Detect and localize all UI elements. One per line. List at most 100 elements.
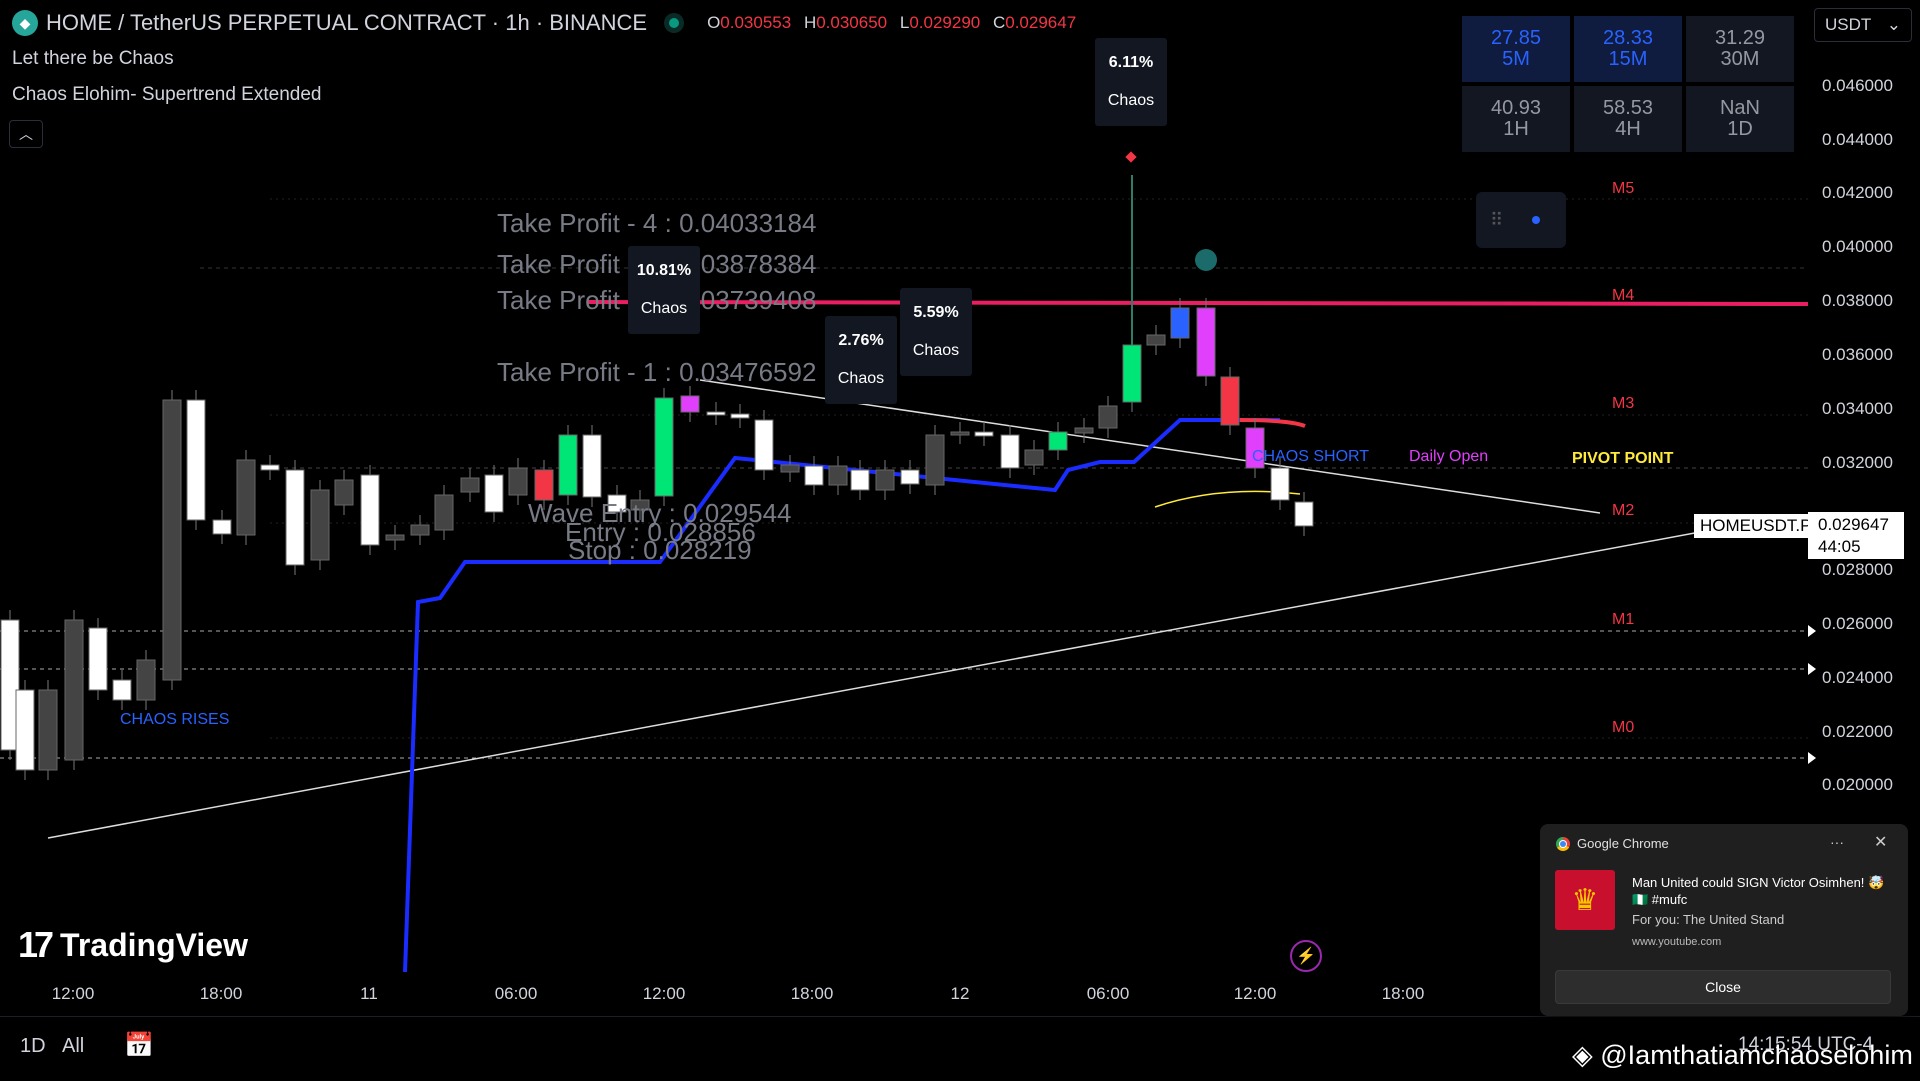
drag-handle-icon[interactable]: ⠿	[1490, 210, 1503, 231]
take-profit-1-label: Take Profit - 1 : 0.03476592	[497, 357, 817, 387]
notification-close-button[interactable]: Close	[1555, 970, 1891, 1004]
y-axis-label: 0.020000	[1822, 775, 1893, 794]
candle-body	[112, 679, 132, 701]
x-axis-label: 12:00	[1233, 984, 1277, 1003]
y-axis-label: 0.024000	[1822, 668, 1893, 687]
y-axis-label: 0.028000	[1822, 560, 1893, 579]
candle-body	[410, 524, 430, 536]
signal-dot	[1195, 249, 1217, 271]
drawing-toolbar-panel[interactable]: ⠿	[1476, 192, 1566, 248]
level-m3-label: M3	[1612, 395, 1635, 412]
collapse-indicators-button[interactable]: ︿	[9, 120, 43, 148]
y-axis-label: 0.036000	[1822, 345, 1893, 364]
level-m5-label: M5	[1612, 180, 1635, 197]
candle-body	[706, 411, 726, 416]
daily-open-label: Daily Open	[1409, 448, 1489, 465]
pivot-point-label: PIVOT POINT	[1572, 450, 1674, 467]
candle-body	[654, 397, 674, 497]
candle-body	[1170, 307, 1190, 339]
notification-title: Man United could SIGN Victor Osimhen! 🤯🇳…	[1632, 875, 1885, 907]
y-axis-label: 0.034000	[1822, 399, 1893, 418]
supertrend-red-segment	[1239, 418, 1306, 428]
candle-body	[1270, 467, 1290, 501]
currency-select[interactable]: USDT ⌄	[1814, 8, 1912, 42]
chrome-notification[interactable]: Google Chrome ··· ✕ ♛ Man United could S…	[1540, 824, 1908, 1016]
candle-body	[162, 399, 182, 681]
x-axis-label: 18:00	[1381, 984, 1425, 1003]
candle-body	[925, 434, 945, 486]
tf-cell: 31.29 30M	[1686, 16, 1794, 82]
candle-body	[1074, 427, 1094, 434]
level-arrow-marker	[1808, 752, 1816, 764]
tf-cell: 40.93 1H	[1462, 86, 1570, 152]
candle-body	[582, 434, 602, 498]
candle-body	[780, 464, 800, 473]
y-axis-label: 0.022000	[1822, 722, 1893, 741]
x-axis-label: 06:00	[494, 984, 538, 1003]
symbol-title[interactable]: HOME / TetherUS PERPETUAL CONTRACT · 1h …	[46, 10, 647, 36]
tf-cell: 28.33 15M	[1574, 16, 1682, 82]
x-axis-label: 12	[950, 984, 970, 1003]
candle-body	[875, 469, 895, 491]
tf-cell: NaN 1D	[1686, 86, 1794, 152]
candle-body	[285, 469, 305, 566]
y-axis-label: 0.032000	[1822, 453, 1893, 472]
chaos-short-label: CHAOS SHORT	[1252, 448, 1370, 465]
candle-body	[360, 474, 380, 546]
notification-app: Google Chrome	[1556, 836, 1669, 851]
range-1d-button[interactable]: 1D	[20, 1035, 46, 1058]
indicator-label-chaos[interactable]: Let there be Chaos	[12, 48, 174, 70]
tf-cell: 58.53 4H	[1574, 86, 1682, 152]
candle-body	[136, 659, 156, 701]
chevron-down-icon: ⌄	[1886, 15, 1901, 34]
candle-body	[1098, 405, 1118, 429]
candle-body	[15, 689, 35, 771]
indicator-label-supertrend[interactable]: Chaos Elohim- Supertrend Extended	[12, 84, 321, 106]
range-all-button[interactable]: All	[62, 1035, 84, 1058]
chaos-bubble[interactable]: 10.81% Chaos	[628, 246, 700, 334]
notification-thumbnail: ♛	[1555, 870, 1615, 930]
candle-body	[850, 469, 870, 491]
chart-header: ◆ HOME / TetherUS PERPETUAL CONTRACT · 1…	[12, 10, 1084, 36]
candle-body	[1146, 334, 1166, 346]
candle-body	[434, 494, 454, 531]
calendar-icon[interactable]: 📅	[124, 1031, 154, 1060]
chaos-bubble[interactable]: 5.59% Chaos	[900, 288, 972, 376]
chaos-bubble[interactable]: 6.11% Chaos	[1095, 38, 1167, 126]
level-m1-label: M1	[1612, 611, 1635, 628]
level-m4-label: M4	[1612, 287, 1635, 304]
candle-body	[804, 465, 824, 486]
close-icon[interactable]: ✕	[1874, 832, 1887, 852]
level-arrow-marker	[1808, 663, 1816, 675]
trendline-support	[47, 531, 1701, 839]
y-axis-label: 0.044000	[1822, 130, 1893, 149]
candle-body	[484, 474, 504, 513]
y-axis-label: 0.046000	[1822, 76, 1893, 95]
candle-body	[460, 477, 480, 493]
notification-subtitle: For you: The United Stand	[1632, 912, 1785, 927]
author-watermark: ◈ @Iamthatiamchaoselohim	[1572, 1040, 1913, 1070]
x-axis-label: 12:00	[642, 984, 686, 1003]
candle-body	[950, 431, 970, 436]
candle-body	[260, 464, 280, 471]
chaos-bubble[interactable]: 2.76% Chaos	[825, 316, 897, 404]
current-price-tag: 0.029647 44:05	[1808, 512, 1904, 559]
candle-body	[1000, 434, 1020, 469]
candle-body	[828, 465, 848, 486]
candle-body	[334, 479, 354, 506]
market-status-icon	[669, 18, 680, 28]
candle-body	[385, 534, 405, 541]
timeframe-table: 27.85 5M 28.33 15M 31.29 30M 40.93 1H 58.53 4…	[1462, 16, 1794, 152]
candle-body	[1220, 376, 1240, 426]
x-axis-label: 11	[360, 984, 378, 1003]
x-axis-label: 06:00	[1086, 984, 1130, 1003]
candle-body	[1048, 431, 1068, 451]
level-m0-label: M0	[1612, 719, 1635, 736]
y-axis-label: 0.038000	[1822, 291, 1893, 310]
lightning-icon[interactable]: ⚡	[1290, 940, 1322, 972]
more-options-icon[interactable]: ···	[1830, 834, 1844, 850]
candle-body	[1294, 501, 1314, 527]
take-profit-4-label: Take Profit - 4 : 0.04033184	[497, 208, 817, 238]
candle-body	[508, 467, 528, 496]
y-axis-label: 0.026000	[1822, 614, 1893, 633]
